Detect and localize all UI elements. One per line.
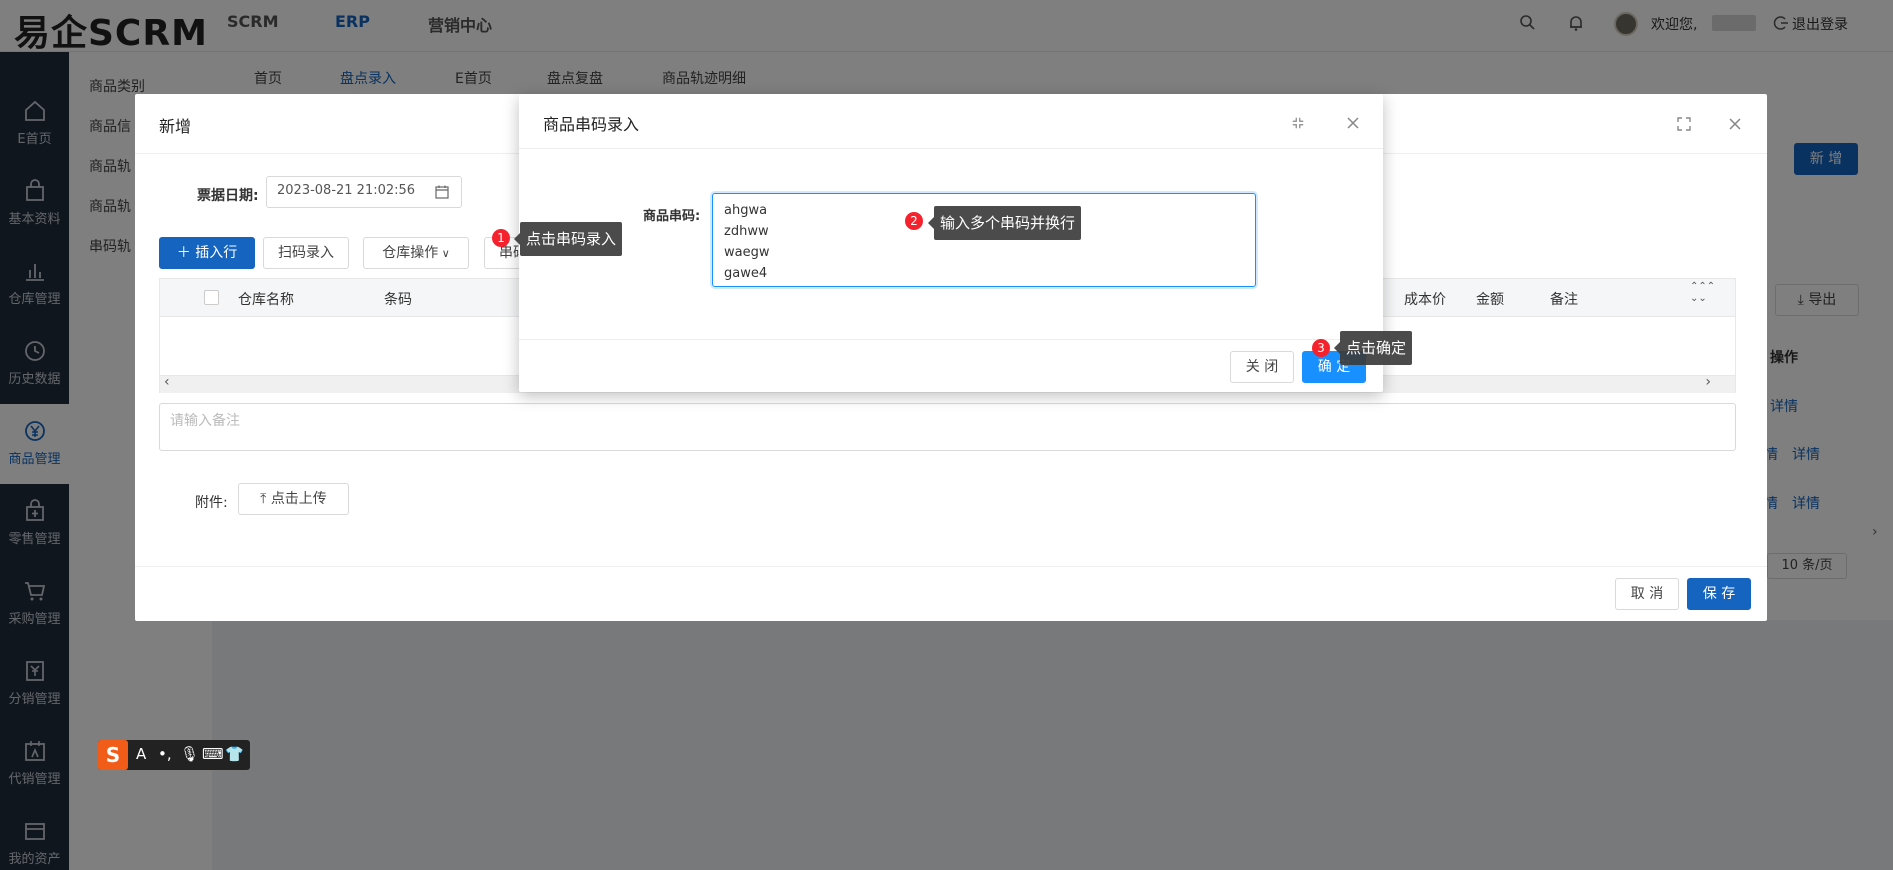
scroll-left-icon[interactable]: ‹ — [164, 374, 170, 390]
close-button[interactable]: 关 闭 — [1230, 351, 1294, 383]
warehouse-op-label: 仓库操作 — [382, 245, 439, 261]
date-value: 2023-08-21 21:02:56 — [277, 183, 416, 198]
close-icon[interactable] — [1345, 115, 1361, 131]
column-note: 备注 — [1550, 292, 1578, 308]
ime-mode[interactable]: A — [136, 745, 146, 763]
date-field[interactable]: 2023-08-21 21:02:56 — [266, 176, 462, 208]
footer-divider — [519, 339, 1383, 340]
insert-row-button[interactable]: ＋ 插入行 — [159, 237, 255, 269]
calendar-icon[interactable] — [435, 185, 449, 199]
insert-row-label: 插入行 — [195, 245, 238, 261]
ime-punct-icon[interactable]: •, — [158, 745, 172, 763]
sort-arrows-icon[interactable]: ⌃⌃⌃ ⌄⌄ — [1690, 281, 1715, 305]
tip-step-3: 点击确定 — [1333, 331, 1413, 365]
upload-label: 点击上传 — [270, 491, 327, 507]
serial-line: gawe4 — [724, 266, 768, 281]
add-dialog-title: 新增 — [159, 117, 192, 136]
footer-divider — [135, 566, 1767, 567]
warehouse-op-button[interactable]: 仓库操作 ∨ — [363, 237, 469, 269]
step-badge-3: 3 — [1312, 339, 1330, 357]
scroll-right-icon[interactable]: › — [1705, 374, 1711, 390]
cancel-button[interactable]: 取 消 — [1615, 578, 1679, 610]
column-barcode: 条码 — [384, 292, 412, 308]
save-button[interactable]: 保 存 — [1687, 578, 1751, 610]
upload-icon: ⤒ — [260, 491, 271, 507]
ime-logo[interactable]: S — [98, 740, 128, 770]
serial-dialog-header: 商品串码录入 — [519, 94, 1383, 149]
column-amount: 金额 — [1476, 292, 1504, 308]
ime-toolbar: S A •, 🎙 ⌨ 👕 — [98, 740, 250, 770]
upload-button[interactable]: ⤒ 点击上传 — [238, 483, 349, 515]
fullscreen-icon[interactable] — [1676, 116, 1692, 132]
scan-entry-button[interactable]: 扫码录入 — [263, 237, 349, 269]
keyboard-icon[interactable]: ⌨ — [202, 745, 224, 763]
chevron-down-icon: ∨ — [438, 247, 450, 260]
select-all-checkbox[interactable] — [204, 290, 219, 305]
step-badge-2: 2 — [905, 212, 923, 230]
date-label: 票据日期: — [197, 188, 259, 204]
column-cost: 成本价 — [1404, 292, 1446, 308]
step-badge-1: 1 — [492, 229, 510, 247]
serial-dialog: 商品串码录入 商品串码: ahgwa zdhww waegw gawe4 关 闭… — [519, 94, 1383, 392]
microphone-icon[interactable]: 🎙 — [180, 745, 199, 763]
close-icon[interactable] — [1727, 116, 1743, 132]
skin-icon[interactable]: 👕 — [225, 745, 244, 763]
column-warehouse: 仓库名称 — [238, 292, 294, 308]
serial-dialog-title: 商品串码录入 — [543, 115, 640, 134]
note-textarea[interactable]: 请输入备注 — [159, 403, 1736, 451]
tip-step-2: 输入多个串码并换行 — [927, 206, 1082, 240]
serial-line: waegw — [724, 245, 770, 260]
attachment-label: 附件: — [195, 495, 228, 511]
tip-step-1: 点击串码录入 — [513, 222, 623, 256]
plus-icon: ＋ — [176, 245, 196, 261]
serial-field-label: 商品串码: — [643, 209, 701, 224]
fullscreen-icon[interactable] — [1291, 116, 1305, 130]
